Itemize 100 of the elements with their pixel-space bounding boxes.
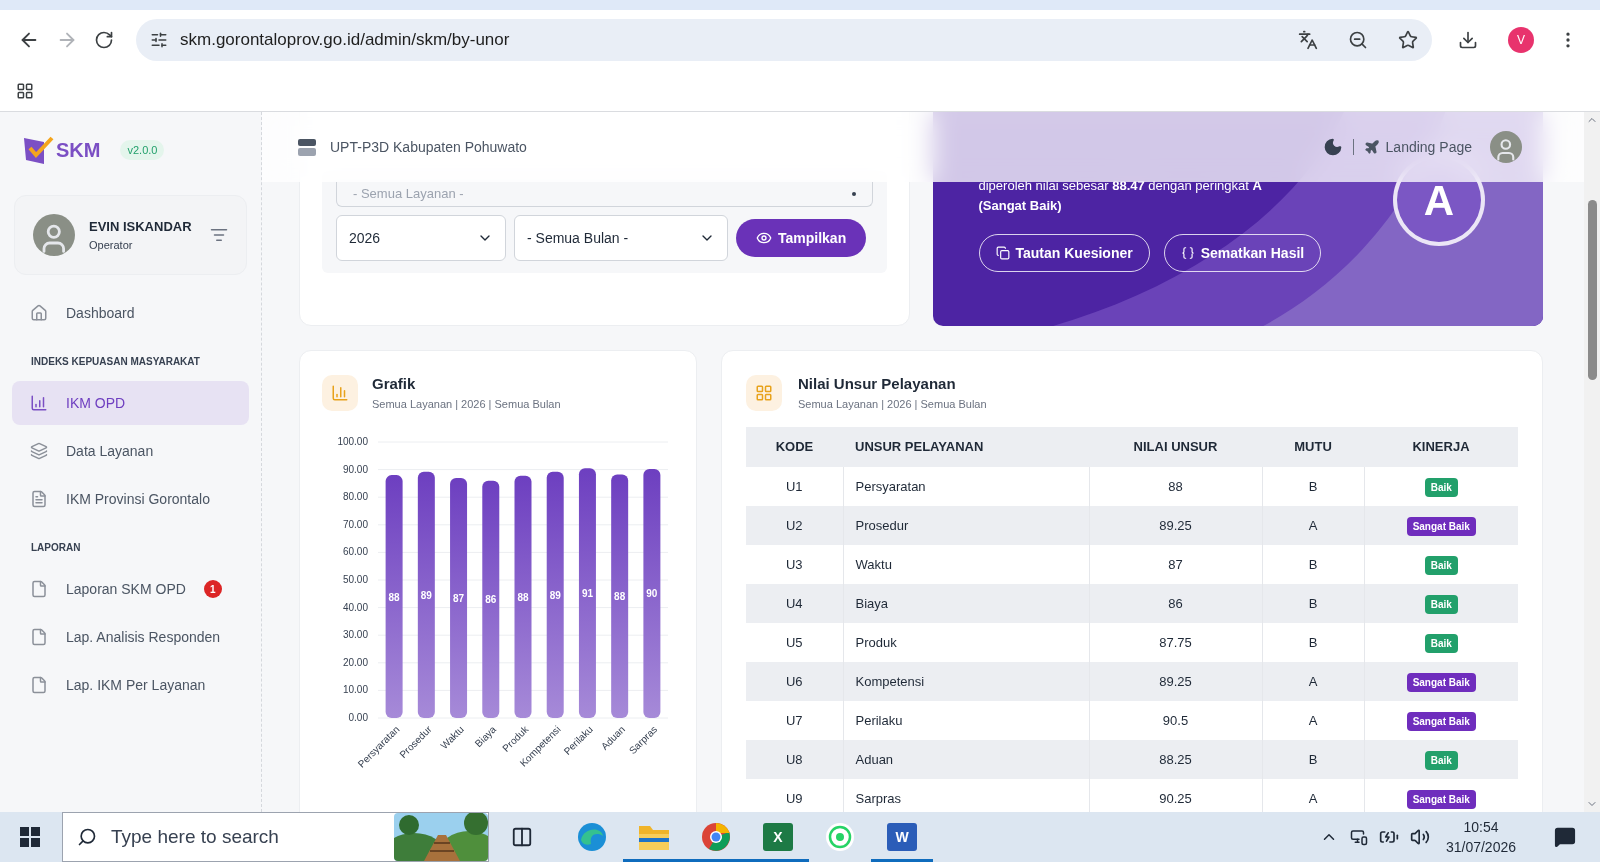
bookmark-star-icon[interactable]	[1398, 30, 1418, 50]
performance-badge: Baik	[1424, 555, 1458, 575]
performance-badge: Baik	[1424, 633, 1458, 653]
reload-icon[interactable]	[94, 30, 114, 50]
column-header: KODE	[746, 427, 843, 467]
y-tick-label: 10.00	[342, 684, 368, 696]
sidebar-item-icon	[30, 628, 48, 646]
table-cell: Biaya	[843, 584, 1089, 623]
performance-badge: Baik	[1424, 594, 1458, 614]
sidebar-item-icon	[30, 490, 48, 508]
column-header: UNSUR PELAYANAN	[843, 427, 1089, 467]
performance-badge: Sangat Baik	[1406, 516, 1476, 536]
result-summary: diperoleh nilai sebesar 88.47 dengan peringkat A (Sangat Baik)	[978, 177, 1263, 215]
performance-badge: Baik	[1424, 750, 1458, 770]
spreadsheet-app-icon[interactable]: X	[763, 823, 793, 851]
table-cell: Persyaratan	[843, 467, 1089, 506]
show-button[interactable]: Tampilkan	[736, 219, 867, 257]
search-icon	[77, 827, 97, 847]
zoom-icon[interactable]	[1348, 30, 1368, 50]
table-cell: 87	[1089, 545, 1262, 584]
table-cell: U9	[746, 779, 843, 812]
scrollbar[interactable]	[1584, 112, 1600, 812]
table-cell: Sarpras	[843, 779, 1089, 812]
table-cell: Produk	[843, 623, 1089, 662]
column-header: MUTU	[1262, 427, 1364, 467]
column-header: NILAI UNSUR	[1089, 427, 1262, 467]
table-cell: Perilaku	[843, 701, 1089, 740]
sidebar-item-icon	[30, 394, 48, 412]
user-name: EVIN ISKANDAR	[89, 218, 193, 236]
table-cell: B	[1262, 467, 1364, 506]
bar-value-label: 86	[485, 594, 497, 606]
y-tick-label: 90.00	[342, 463, 368, 475]
y-tick-label: 70.00	[342, 518, 368, 530]
browser-icon[interactable]	[701, 822, 731, 852]
table-cell: U2	[746, 506, 843, 545]
y-tick-label: 100.00	[337, 436, 368, 447]
translate-icon[interactable]	[1298, 30, 1318, 50]
table-cell: B	[1262, 623, 1364, 662]
bar-value-label: 89	[420, 589, 432, 601]
sidebar-item[interactable]: Lap. IKM Per Layanan	[12, 663, 249, 707]
table-cell: 90.5	[1089, 701, 1262, 740]
filter-icon[interactable]	[210, 226, 228, 244]
year-select[interactable]: 2026	[336, 215, 506, 261]
clock[interactable]: 10:54 31/07/2026	[1445, 817, 1516, 857]
table-cell: U5	[746, 623, 843, 662]
performance-badge: Sangat Baik	[1406, 672, 1476, 692]
dark-mode-icon[interactable]	[1322, 137, 1343, 157]
task-view-icon[interactable]	[511, 826, 533, 848]
address-bar[interactable]: skm.gorontaloprov.go.id/admin/skm/by-unor	[136, 19, 1432, 61]
profile-avatar[interactable]: V	[1508, 27, 1534, 53]
sidebar-item[interactable]: IKM OPD	[12, 381, 249, 425]
bar-value-label: 90	[646, 588, 658, 600]
device-icon[interactable]	[1349, 828, 1368, 846]
y-tick-label: 0.00	[348, 712, 368, 723]
sidebar-item-label: IKM OPD	[66, 393, 126, 413]
user-avatar	[33, 214, 75, 256]
bar-value-label: 88	[388, 591, 400, 603]
performance-badge: Baik	[1424, 477, 1458, 497]
sidebar-item-icon	[30, 580, 48, 598]
document-app-icon[interactable]: W	[887, 823, 917, 851]
y-tick-label: 60.00	[342, 546, 368, 558]
url-text: skm.gorontaloprov.go.id/admin/skm/by-unor	[180, 29, 511, 52]
table-cell: Aduan	[843, 740, 1089, 779]
performance-badge: Sangat Baik	[1406, 789, 1476, 809]
sidebar-item-label: Data Layanan	[66, 441, 154, 461]
sidebar-section-heading: INDEKS KEPUASAN MASYARAKAT	[30, 354, 201, 369]
bar-value-label: 91	[581, 588, 593, 600]
site-settings-icon[interactable]	[150, 31, 168, 49]
stacked-bars-icon[interactable]	[298, 138, 316, 156]
plane-icon	[1363, 139, 1380, 155]
table-cell: U4	[746, 584, 843, 623]
month-select[interactable]: - Semua Bulan -	[514, 215, 728, 261]
table-cell: 86	[1089, 584, 1262, 623]
sidebar-item[interactable]: Lap. Analisis Responden	[12, 615, 249, 659]
table-cell: A	[1262, 701, 1364, 740]
card-title: Grafik	[372, 374, 417, 394]
notification-icon[interactable]	[1554, 826, 1576, 848]
apps-icon[interactable]	[16, 81, 34, 100]
folder-icon[interactable]	[639, 824, 669, 850]
sidebar-item-label: IKM Provinsi Gorontalo	[66, 489, 210, 509]
sidebar-item-label: Dashboard	[66, 303, 135, 323]
table-cell: B	[1262, 584, 1364, 623]
table-cell: Waktu	[843, 545, 1089, 584]
column-header: KINERJA	[1364, 427, 1518, 467]
volume-icon[interactable]	[1409, 827, 1430, 847]
y-tick-label: 20.00	[342, 656, 368, 668]
y-tick-label: 30.00	[342, 629, 368, 641]
scrollbar-thumb[interactable]	[1587, 200, 1597, 380]
browser-icon[interactable]	[577, 822, 607, 852]
sidebar-item[interactable]: Laporan SKM OPD 1	[12, 567, 249, 611]
sidebar-item[interactable]: Dashboard	[12, 291, 249, 335]
taskbar-search-field[interactable]: Type here to search	[62, 812, 489, 862]
braces-icon	[1180, 246, 1195, 260]
windows-start-icon[interactable]	[20, 827, 40, 847]
sidebar-item[interactable]: Data Layanan	[12, 429, 249, 473]
table-cell: A	[1262, 662, 1364, 701]
download-icon[interactable]	[1458, 30, 1478, 50]
sidebar-item[interactable]: IKM Provinsi Gorontalo	[12, 477, 249, 521]
sidebar-section-heading: LAPORAN	[30, 540, 82, 555]
sidebar-item-icon	[30, 676, 48, 694]
